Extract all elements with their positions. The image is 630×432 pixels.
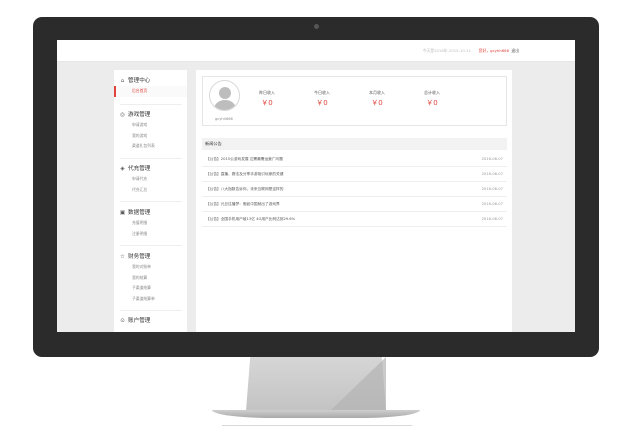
sidebar-item-gift-list[interactable]: 渠道礼包列表 [114,141,187,152]
logout-link[interactable]: 退出 [511,48,519,54]
menu-group-game: ◎ 游戏管理 申请游戏 我的游戏 渠道礼包列表 [114,110,187,152]
star-icon: ☆ [120,254,125,260]
news-row[interactable]: 【公告】直播、赛法及分享手游吸引玩家的关键 2016-06-07 [202,168,507,182]
sidebar-item-my-games[interactable]: 我的游戏 [114,131,187,142]
news-date: 2016-06-07 [481,217,503,221]
news-date: 2016-06-07 [481,187,503,191]
sidebar-item-sub-settlement-list[interactable]: 子渠道结算单 [114,294,187,305]
stat-label: 今日收入 [314,90,330,95]
stat-value: ￥0 [426,99,438,107]
stat-value: ￥0 [261,99,273,107]
stat-label: 总计收入 [424,90,440,95]
news-title[interactable]: 【公告】2015公游戏发展 达需最需运营广问题 [206,157,283,162]
username: gcyhh666 [215,117,233,121]
camera-dot [314,24,319,29]
main-content: gcyhh666 昨日收入 ￥0 今日收入 ￥0 本月收入 ￥0 总计收入 ￥0 [196,70,512,332]
stat-label: 昨日收入 [259,90,275,95]
stat-value: ￥0 [371,99,383,107]
date-text: 今天是2016年-2015-10-21 [422,48,471,53]
top-bar: 今天是2016年-2015-10-21 您好，gcyhh666 退出 [57,40,575,62]
avatar-head-shape [219,87,231,99]
sidebar-item-apply-recharge[interactable]: 申请代充 [114,174,187,185]
sidebar-item-register-details[interactable]: 注册明细 [114,229,187,240]
sidebar-item-my-statement[interactable]: 我的对账单 [114,262,187,273]
menu-group-management-center: ⌂ 管理中心 后台首页 [114,76,187,97]
menu-head-data[interactable]: ▣ 数据管理 [114,208,187,218]
news-row[interactable]: 【公告】元旦往播梦：假如中国就出了游戏界 2016-06-07 [202,198,507,212]
menu-head-recharge[interactable]: ◈ 代充管理 [114,164,187,174]
user-icon: ⊙ [120,318,125,324]
news-date: 2016-06-07 [481,202,503,206]
menu-group-account: ⊙ 账户管理 [114,316,187,326]
stat-total-income: 总计收入 ￥0 [412,90,452,108]
divider [120,158,182,159]
menu-head-label: 数据管理 [128,210,151,216]
menu-group-recharge: ◈ 代充管理 申请代充 代充汇总 [114,164,187,195]
menu-group-finance: ☆ 财务管理 我的对账单 我的结算 子渠道结算 子渠道结算单 [114,252,187,304]
avatar [209,80,240,111]
news-title[interactable]: 【公告】元旦往播梦：假如中国就出了游戏界 [206,202,280,207]
news-title[interactable]: 【公告】八大指数告诉你，未来互联网是这样的 [206,187,283,192]
news-title[interactable]: 【公告】全国手机用户破13亿 4G用户比例达到29.6% [206,217,295,222]
news-row[interactable]: 【公告】八大指数告诉你，未来互联网是这样的 2016-06-07 [202,183,507,197]
stat-month-income: 本月收入 ￥0 [357,90,397,108]
news-row[interactable]: 【公告】全国手机用户破13亿 4G用户比例达到29.6% 2016-06-07 [202,213,507,227]
menu-head-game[interactable]: ◎ 游戏管理 [114,110,187,120]
menu-head-label: 财务管理 [128,254,151,260]
avatar-body-shape [214,100,236,110]
monitor-stand-base [212,410,420,418]
menu-head-label: 代充管理 [128,166,151,172]
chart-icon: ▣ [119,210,126,216]
sidebar-item-sub-settlement[interactable]: 子渠道结算 [114,283,187,294]
sidebar-item-recharge-summary[interactable]: 代充汇总 [114,185,187,196]
stat-label: 本月收入 [369,90,385,95]
sidebar-item-recharge-details[interactable]: 充值明细 [114,218,187,229]
news-date: 2016-06-07 [481,157,503,161]
screen: 今天是2016年-2015-10-21 您好，gcyhh666 退出 ⌂ 管理中心… [57,40,575,332]
sidebar-item-apply-game[interactable]: 申请游戏 [114,120,187,131]
sidebar-item-dashboard[interactable]: 后台首页 [114,86,187,97]
news-heading: 新闻公告 [202,138,507,150]
divider [120,104,182,105]
home-icon: ⌂ [120,78,125,84]
stat-yesterday-income: 昨日收入 ￥0 [247,90,287,108]
menu-head-label: 游戏管理 [128,112,151,118]
profile-card: gcyhh666 昨日收入 ￥0 今日收入 ￥0 本月收入 ￥0 总计收入 ￥0 [202,76,507,126]
menu-head-label: 管理中心 [128,78,151,84]
sidebar-item-my-settlement[interactable]: 我的结算 [114,273,187,284]
user-greeting-link[interactable]: 您好，gcyhh666 [479,48,509,54]
menu-group-data: ▣ 数据管理 充值明细 注册明细 [114,208,187,239]
news-date: 2016-06-07 [481,172,503,176]
monitor-mockup: 今天是2016年-2015-10-21 您好，gcyhh666 退出 ⌂ 管理中心… [0,0,630,432]
coin-icon: ◈ [120,166,125,172]
menu-head-finance[interactable]: ☆ 财务管理 [114,252,187,262]
menu-head-account[interactable]: ⊙ 账户管理 [114,316,187,326]
gamepad-icon: ◎ [120,112,125,118]
sidebar: ⌂ 管理中心 后台首页 ◎ 游戏管理 申请游戏 我的游戏 渠道礼包列表 ◈ 代充管理 … [114,70,187,332]
monitor-shadow-line [222,425,412,426]
stat-today-income: 今日收入 ￥0 [302,90,342,108]
news-row[interactable]: 【公告】2015公游戏发展 达需最需运营广问题 2016-06-07 [202,153,507,167]
menu-head-management-center[interactable]: ⌂ 管理中心 [114,76,187,86]
divider [120,201,182,202]
news-title[interactable]: 【公告】直播、赛法及分享手游吸引玩家的关键 [206,172,283,177]
divider [120,310,182,311]
menu-head-label: 账户管理 [128,318,151,324]
stat-value: ￥0 [316,99,328,107]
divider [120,245,182,246]
